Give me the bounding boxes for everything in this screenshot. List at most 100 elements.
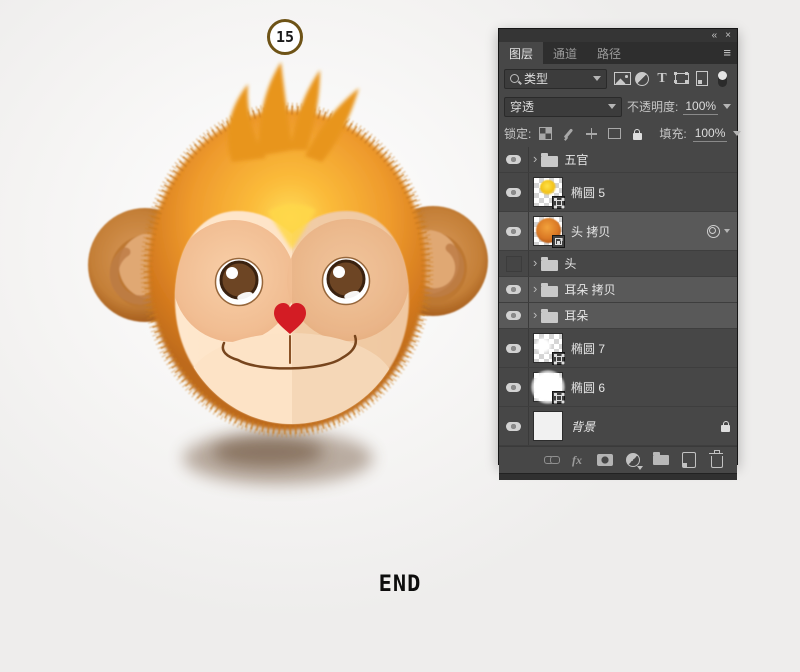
layer-thumbnail[interactable] — [533, 216, 565, 248]
layer-row[interactable]: 头 拷贝 — [499, 212, 737, 251]
visibility-toggle[interactable] — [499, 329, 529, 367]
layer-row[interactable]: 背景 — [499, 407, 737, 446]
visibility-toggle[interactable] — [499, 147, 529, 172]
add-mask-icon[interactable] — [595, 451, 615, 469]
filter-kind-dropdown[interactable]: 类型 — [504, 68, 607, 89]
layer-row-trailing — [721, 420, 737, 432]
folder-icon — [541, 282, 559, 297]
fill-label: 填充: — [659, 127, 687, 141]
layer-row[interactable]: › 五官 — [499, 147, 737, 173]
visibility-toggle[interactable] — [499, 303, 529, 328]
smart-object-badge-icon — [552, 235, 565, 248]
blend-mode-value: 穿透 — [510, 100, 535, 114]
padlock-icon — [632, 128, 642, 140]
lock-artboard-icon[interactable] — [606, 126, 622, 142]
blend-row: 穿透 不透明度: 100% — [499, 93, 737, 120]
layer-name: 耳朵 — [564, 309, 589, 323]
smart-filter-icon[interactable] — [707, 224, 720, 238]
eye-icon — [506, 187, 521, 197]
opacity-value[interactable]: 100% — [683, 99, 719, 115]
layer-row[interactable]: 椭圆 5 — [499, 173, 737, 212]
delete-layer-icon[interactable] — [707, 450, 727, 469]
layer-name: 头 拷贝 — [571, 224, 611, 239]
chevron-down-icon[interactable] — [733, 131, 742, 136]
fill-value[interactable]: 100% — [692, 126, 728, 142]
layer-name: 椭圆 6 — [571, 380, 606, 395]
layer-name: 五官 — [564, 153, 589, 167]
layer-name: 椭圆 7 — [571, 341, 606, 356]
tab-label: 路径 — [597, 46, 622, 61]
layer-row[interactable]: › 头 — [499, 251, 737, 277]
link-layers-icon[interactable] — [539, 451, 560, 469]
panel-resize-edge[interactable] — [499, 473, 737, 480]
collapse-arrow-icon[interactable]: › — [533, 307, 537, 322]
layer-list: › 五官 椭圆 5头 拷贝 › 头 › 耳朵 拷贝 › 耳朵 椭圆 7 椭圆 6 背景 — [499, 147, 737, 446]
lock-all-icon[interactable] — [629, 126, 645, 142]
tab-通道[interactable]: 通道 — [543, 42, 587, 64]
chevron-down-icon — [608, 104, 616, 109]
collapse-arrow-icon[interactable]: › — [533, 255, 537, 270]
collapse-panel-icon[interactable]: « — [712, 30, 718, 41]
layer-row[interactable]: › 耳朵 拷贝 — [499, 277, 737, 303]
visibility-toggle[interactable] — [499, 407, 529, 445]
layer-name: 耳朵 拷贝 — [564, 283, 616, 297]
layer-thumbnail[interactable] — [533, 411, 563, 441]
monkey-shadow — [183, 431, 373, 485]
photoshop-canvas: 15 END « × 图层 通道 路径 ≡ 类型 T 穿透 不透明度: 100%… — [0, 0, 800, 672]
layer-thumbnail[interactable] — [533, 372, 565, 404]
panel-tabs: 图层 通道 路径 ≡ — [499, 42, 737, 64]
panel-menu-icon[interactable]: ≡ — [723, 45, 731, 60]
layer-name: 背景 — [571, 419, 596, 434]
collapse-arrow-icon[interactable]: › — [533, 281, 537, 296]
shape-filter-icon[interactable] — [672, 70, 692, 88]
layer-style-fx-icon[interactable]: fx — [567, 451, 587, 469]
blend-mode-dropdown[interactable]: 穿透 — [504, 96, 622, 117]
layer-name: 头 — [564, 257, 577, 271]
adjustment-layer-icon[interactable] — [623, 451, 643, 470]
lock-row: 锁定: 填充: 100% — [499, 120, 742, 147]
tab-路径[interactable]: 路径 — [587, 42, 631, 64]
lock-paint-icon[interactable] — [560, 126, 576, 142]
pixel-filter-icon[interactable] — [612, 70, 632, 88]
new-layer-icon[interactable] — [679, 451, 699, 469]
monkey-left-eye — [214, 257, 264, 307]
layer-thumbnail[interactable] — [533, 177, 565, 209]
new-group-icon[interactable] — [651, 451, 671, 469]
eye-icon — [506, 155, 521, 164]
eye-icon — [506, 226, 521, 236]
layer-name: 椭圆 5 — [571, 185, 606, 200]
panel-footer: fx — [499, 446, 737, 473]
visibility-toggle[interactable] — [499, 212, 529, 250]
eye-icon — [506, 421, 521, 431]
search-icon — [510, 74, 519, 83]
close-panel-icon[interactable]: × — [725, 30, 731, 41]
vector-mask-badge-icon — [552, 391, 565, 404]
chevron-down-icon[interactable] — [724, 229, 730, 233]
eye-icon — [506, 311, 521, 320]
collapse-arrow-icon[interactable]: › — [533, 151, 537, 166]
chevron-down-icon[interactable] — [723, 104, 732, 109]
lock-move-icon[interactable] — [583, 126, 599, 142]
type-filter-icon[interactable]: T — [652, 70, 672, 88]
layer-row[interactable]: 椭圆 6 — [499, 368, 737, 407]
filter-toggle-icon[interactable] — [712, 70, 732, 88]
folder-icon — [541, 256, 559, 271]
visibility-toggle[interactable] — [499, 277, 529, 302]
visibility-toggle[interactable] — [499, 173, 529, 211]
layer-row[interactable]: 椭圆 7 — [499, 329, 737, 368]
folder-icon — [541, 152, 559, 167]
tab-label: 图层 — [509, 46, 534, 61]
smart-object-filter-icon[interactable] — [692, 70, 712, 88]
lock-icon — [721, 421, 730, 432]
visibility-toggle[interactable] — [499, 251, 529, 276]
chevron-down-icon — [593, 76, 601, 81]
tab-label: 通道 — [553, 46, 578, 61]
layer-thumbnail[interactable] — [533, 333, 565, 365]
lock-transparent-icon[interactable] — [537, 126, 553, 142]
adjustment-filter-icon[interactable] — [632, 70, 652, 88]
filter-row: 类型 T — [499, 64, 737, 93]
layers-panel: « × 图层 通道 路径 ≡ 类型 T 穿透 不透明度: 100% 锁定: 填充… — [498, 28, 742, 480]
tab-图层[interactable]: 图层 — [499, 42, 544, 64]
visibility-toggle[interactable] — [499, 368, 529, 406]
layer-row[interactable]: › 耳朵 — [499, 303, 737, 329]
